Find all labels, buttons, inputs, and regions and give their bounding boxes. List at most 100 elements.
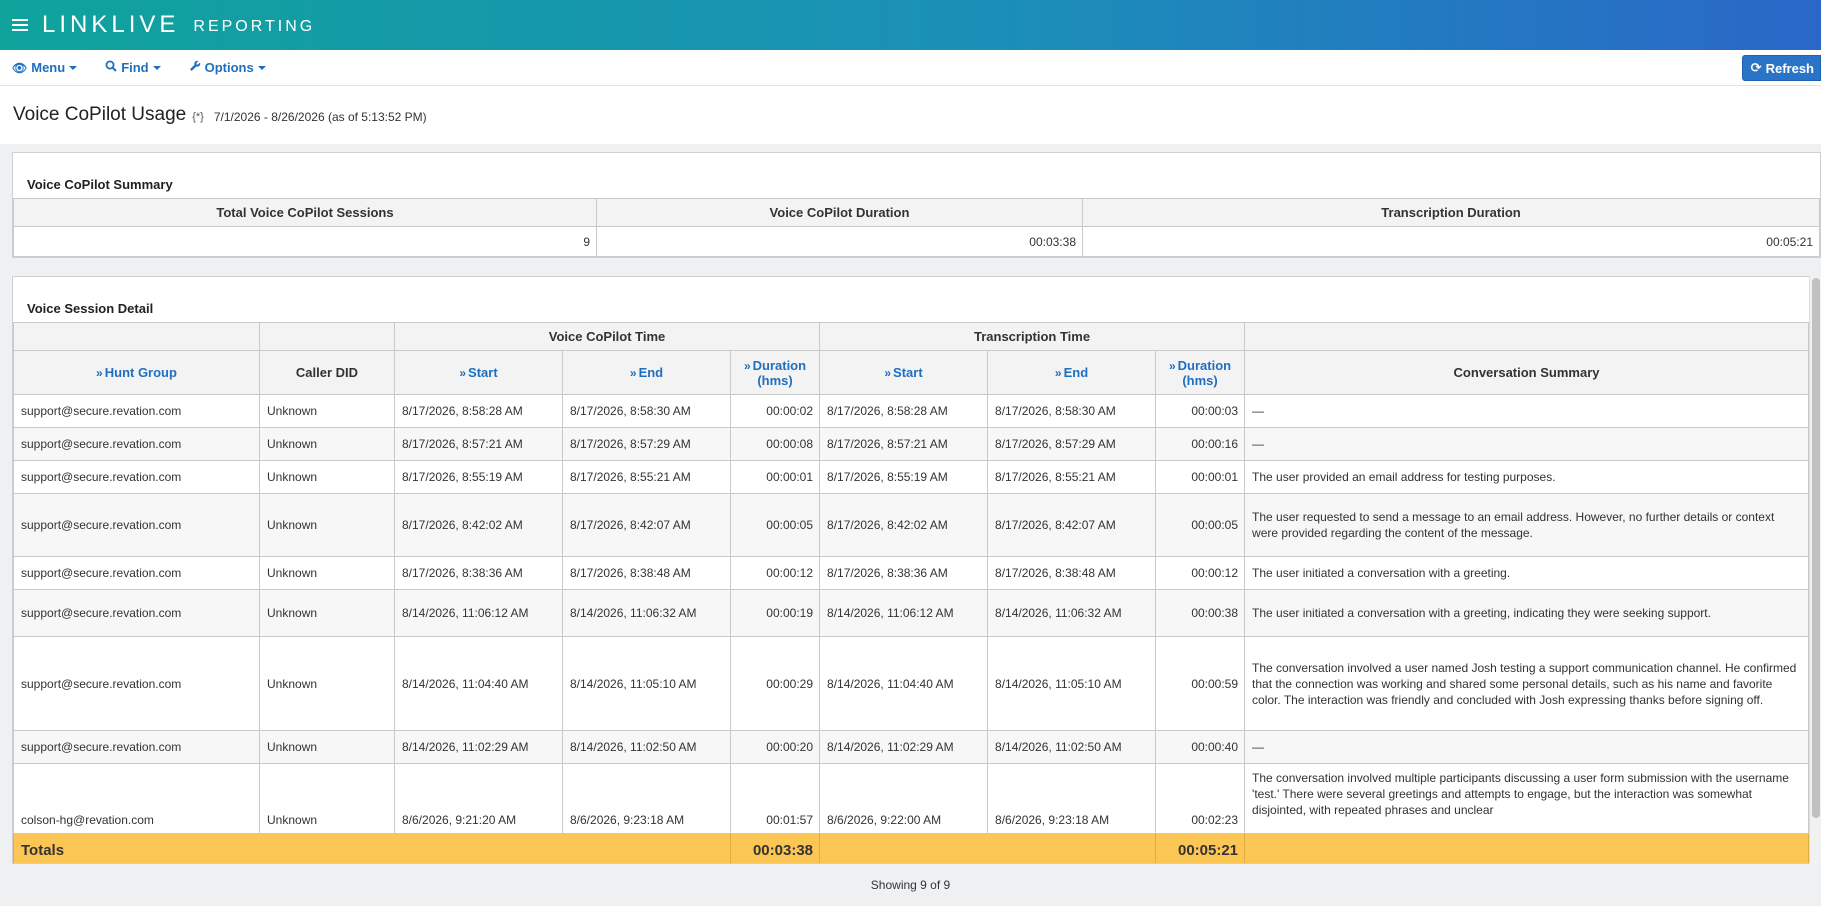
scrollbar-thumb[interactable] (1812, 278, 1820, 818)
vertical-scrollbar[interactable] (1809, 276, 1821, 864)
col-copilot-duration[interactable]: » Duration (hms) (729, 350, 821, 395)
filter-flag[interactable]: {*} (192, 111, 204, 123)
chevron-double-right-icon: » (1168, 358, 1176, 373)
cell-hunt-group: support@secure.revation.com (13, 427, 260, 461)
cell-transcription-duration: 00:00:03 (1155, 394, 1246, 428)
group-header-empty (259, 322, 395, 351)
col-copilot-start-label: Start (468, 365, 498, 380)
cell-copilot-duration: 00:00:05 (729, 493, 821, 557)
brand-logo: LINKLIVE (42, 11, 180, 38)
cell-transcription-duration: 00:00:59 (1155, 636, 1246, 731)
summary-value-sessions: 9 (13, 226, 597, 257)
page-title: Voice CoPilot Usage (13, 104, 187, 125)
cell-copilot-end: 8/17/2026, 8:55:21 AM (562, 460, 731, 494)
cell-transcription-end: 8/17/2026, 8:57:29 AM (987, 427, 1157, 461)
cell-hunt-group: support@secure.revation.com (13, 460, 260, 494)
cell-transcription-start: 8/17/2026, 8:42:02 AM (819, 493, 989, 557)
totals-empty (1244, 833, 1809, 863)
cell-transcription-start: 8/17/2026, 8:55:19 AM (819, 460, 989, 494)
cell-caller-did: Unknown (259, 589, 395, 637)
col-transcription-duration[interactable]: » Duration (hms) (1155, 350, 1246, 395)
cell-caller-did: Unknown (259, 394, 395, 428)
cell-summary: The user requested to send a message to … (1244, 493, 1809, 557)
cell-copilot-start: 8/17/2026, 8:58:28 AM (394, 394, 563, 428)
col-transcription-duration-label: Duration (hms) (1177, 357, 1232, 388)
cell-summary: — (1244, 394, 1809, 428)
table-row: support@secure.revation.com Unknown 8/17… (13, 460, 1809, 494)
col-copilot-end-label: End (638, 365, 664, 380)
cell-copilot-end: 8/14/2026, 11:06:32 AM (562, 589, 731, 637)
cell-copilot-start: 8/17/2026, 8:42:02 AM (394, 493, 563, 557)
cell-transcription-duration: 00:00:01 (1155, 460, 1246, 494)
cell-transcription-start: 8/14/2026, 11:06:12 AM (819, 589, 989, 637)
cell-hunt-group: support@secure.revation.com (13, 556, 260, 590)
cell-copilot-duration: 00:00:19 (729, 589, 821, 637)
cell-caller-did: Unknown (259, 493, 395, 557)
cell-caller-did: Unknown (259, 730, 395, 764)
cell-copilot-duration: 00:00:01 (729, 460, 821, 494)
col-transcription-start[interactable]: » Start (819, 350, 989, 395)
cell-transcription-start: 8/14/2026, 11:02:29 AM (819, 730, 989, 764)
table-row: support@secure.revation.com Unknown 8/17… (13, 556, 1809, 590)
row-count: Showing 9 of 9 (870, 878, 951, 892)
totals-label: Totals (13, 833, 731, 863)
cell-summary: The user initiated a conversation with a… (1244, 589, 1809, 637)
chevron-double-right-icon: » (629, 366, 637, 380)
refresh-button[interactable]: ⟳ Refresh (1741, 55, 1821, 81)
col-conversation-summary: Conversation Summary (1244, 350, 1809, 395)
cell-transcription-end: 8/14/2026, 11:05:10 AM (987, 636, 1157, 731)
search-icon (105, 60, 117, 75)
detail-panel: Voice Session Detail Voice CoPilot Time … (12, 276, 1809, 864)
table-row: support@secure.revation.com Unknown 8/14… (13, 636, 1809, 731)
caret-down-icon (257, 65, 266, 70)
group-header-empty (13, 322, 260, 351)
totals-copilot-duration: 00:03:38 (729, 833, 821, 863)
cell-transcription-duration: 00:00:40 (1155, 730, 1246, 764)
cell-copilot-end: 8/17/2026, 8:58:30 AM (562, 394, 731, 428)
wrench-icon (189, 60, 201, 75)
summary-header-transcription-duration: Transcription Duration (1082, 198, 1820, 227)
refresh-icon: ⟳ (1750, 60, 1762, 75)
group-header-transcription-time: Transcription Time (819, 322, 1246, 351)
summary-value-copilot-duration: 00:03:38 (596, 226, 1083, 257)
cell-summary: — (1244, 427, 1809, 461)
cell-copilot-end: 8/17/2026, 8:38:48 AM (562, 556, 731, 590)
cell-transcription-end: 8/17/2026, 8:38:48 AM (987, 556, 1157, 590)
caret-down-icon (152, 65, 161, 70)
cell-transcription-end: 8/17/2026, 8:58:30 AM (987, 394, 1157, 428)
col-caller-did: Caller DID (259, 350, 395, 395)
menu-dropdown[interactable]: 👁 Menu (12, 60, 78, 75)
cell-copilot-start: 8/17/2026, 8:55:19 AM (394, 460, 563, 494)
totals-transcription-duration: 00:05:21 (1155, 833, 1246, 863)
col-copilot-end[interactable]: » End (562, 350, 731, 395)
cell-copilot-start: 8/14/2026, 11:04:40 AM (394, 636, 563, 731)
cell-copilot-duration: 00:00:20 (729, 730, 821, 764)
caret-down-icon (69, 65, 78, 70)
cell-caller-did: Unknown (259, 636, 395, 731)
cell-summary: The user provided an email address for t… (1244, 460, 1809, 494)
cell-hunt-group: support@secure.revation.com (13, 589, 260, 637)
cell-transcription-start: 8/17/2026, 8:58:28 AM (819, 394, 989, 428)
cell-copilot-start: 8/17/2026, 8:38:36 AM (394, 556, 563, 590)
find-label: Find (121, 60, 149, 75)
col-transcription-end[interactable]: » End (987, 350, 1157, 395)
cell-copilot-end: 8/6/2026, 9:23:18 AM (562, 763, 731, 834)
cell-hunt-group: support@secure.revation.com (13, 394, 260, 428)
cell-transcription-end: 8/6/2026, 9:23:18 AM (987, 763, 1157, 834)
hamburger-menu-icon[interactable] (12, 19, 28, 31)
col-hunt-group[interactable]: » Hunt Group (13, 350, 260, 395)
options-dropdown[interactable]: Options (189, 60, 266, 75)
cell-caller-did: Unknown (259, 763, 395, 834)
toolbar: 👁 Menu Find Options ⟳ Refresh (0, 50, 1821, 86)
cell-copilot-start: 8/14/2026, 11:02:29 AM (394, 730, 563, 764)
cell-copilot-duration: 00:00:08 (729, 427, 821, 461)
chevron-double-right-icon: » (1054, 366, 1062, 380)
cell-transcription-duration: 00:00:38 (1155, 589, 1246, 637)
cell-transcription-start: 8/6/2026, 9:22:00 AM (819, 763, 989, 834)
chevron-double-right-icon: » (96, 366, 103, 380)
detail-table: Voice CoPilot Time Transcription Time » H… (13, 322, 1809, 863)
find-dropdown[interactable]: Find (105, 60, 161, 75)
col-copilot-start[interactable]: » Start (394, 350, 563, 395)
page-title-bar: Voice CoPilot Usage {*} 7/1/2026 - 8/26/… (0, 86, 1821, 144)
summary-title: Voice CoPilot Summary (27, 177, 173, 192)
